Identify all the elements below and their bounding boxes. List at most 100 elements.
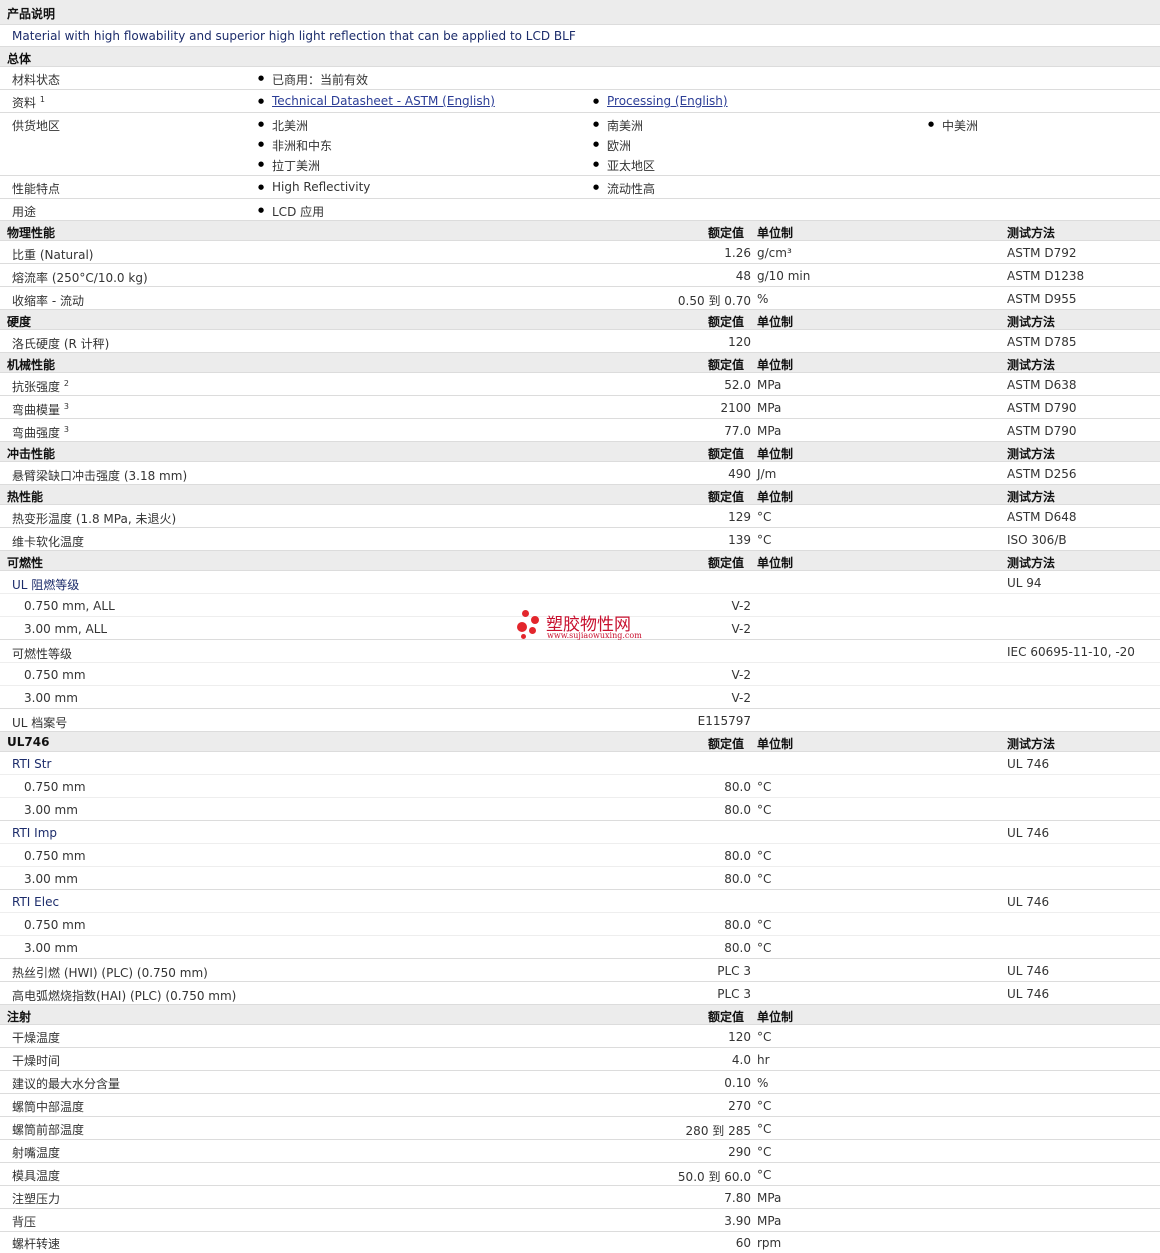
property-value: 280 到 285 xyxy=(685,1124,751,1138)
property-value: 0.10 xyxy=(724,1076,751,1090)
col-method: 测试方法 xyxy=(1007,490,1056,504)
property-unit: °C xyxy=(757,941,772,955)
property-unit: °C xyxy=(757,510,772,524)
region-item: 拉丁美洲 xyxy=(258,157,320,174)
property-value: V-2 xyxy=(731,691,751,705)
property-label: 建议的最大水分含量 xyxy=(12,1077,121,1091)
property-row: 螺杆转速 60 rpm xyxy=(0,1232,1160,1253)
col-method: 测试方法 xyxy=(1007,226,1056,240)
product-description-row: Material with high flowability and super… xyxy=(0,25,1160,47)
property-unit: °C xyxy=(757,533,772,547)
col-method: 测试方法 xyxy=(1007,556,1056,570)
col-method: 测试方法 xyxy=(1007,358,1056,372)
general-row-status: 材料状态 已商用：当前有效 xyxy=(0,67,1160,90)
property-label: 比重 xyxy=(12,248,37,262)
property-row: 注塑压力 7.80 MPa xyxy=(0,1186,1160,1209)
property-row: 抗张强度 2 52.0 MPa ASTM D638 xyxy=(0,373,1160,396)
property-name: 弯曲强度 3 xyxy=(12,424,69,441)
property-subrow: 3.00 mm 80.0 °C xyxy=(0,867,1160,890)
col-nominal: 额定值 xyxy=(708,358,745,372)
property-value: 60 xyxy=(735,1236,751,1250)
property-value: 2100 xyxy=(720,401,751,415)
status-value: 已商用：当前有效 xyxy=(258,71,368,88)
property-row: 洛氏硬度 (R 计秤) 120 ASTM D785 xyxy=(0,330,1160,353)
property-unit: °C xyxy=(757,803,772,817)
property-row: 热丝引燃 (HWI) (PLC) (0.750 mm) PLC 3 UL 746 xyxy=(0,959,1160,982)
property-row: 建议的最大水分含量 0.10 % xyxy=(0,1071,1160,1094)
property-unit: % xyxy=(757,292,769,306)
section-title: 物理性能 xyxy=(7,226,56,240)
col-nominal: 额定值 xyxy=(708,447,745,461)
footnote-marker: 2 xyxy=(63,379,69,388)
field-label: 材料状态 xyxy=(12,73,61,87)
property-name: 弯曲模量 3 xyxy=(12,401,69,418)
field-label: 用途 xyxy=(12,205,37,219)
doc-link-tds[interactable]: Technical Datasheet - ASTM (English) xyxy=(272,94,495,108)
property-label: 熔流率 xyxy=(12,271,49,285)
property-value: 129 xyxy=(728,510,751,524)
section-title: 产品说明 xyxy=(7,7,56,21)
section-header-product: 产品说明 xyxy=(0,0,1160,25)
property-row: 比重 (Natural) 1.26 g/cm³ ASTM D792 xyxy=(0,241,1160,264)
col-nominal: 额定值 xyxy=(708,490,745,504)
property-row: 高电弧燃烧指数(HAI) (PLC) (0.750 mm) PLC 3 UL 7… xyxy=(0,982,1160,1005)
property-value: 270 xyxy=(728,1099,751,1113)
property-row: 模具温度 50.0 到 60.0 °C xyxy=(0,1163,1160,1186)
property-unit: MPa xyxy=(757,1191,782,1205)
property-unit: °C xyxy=(757,1168,772,1182)
property-subrow: 3.00 mm 80.0 °C xyxy=(0,798,1160,821)
col-nominal: 额定值 xyxy=(708,556,745,570)
property-value: 0.50 到 0.70 xyxy=(677,294,751,308)
property-value: 77.0 xyxy=(724,424,751,438)
property-name: 比重 (Natural) xyxy=(12,246,93,263)
section-header-hardness: 硬度 额定值 单位制 测试方法 xyxy=(0,310,1160,330)
section-header-injection: 注射 额定值 单位制 xyxy=(0,1005,1160,1025)
property-value: 52.0 xyxy=(724,378,751,392)
feature-item: 流动性高 xyxy=(593,180,655,197)
use-item: LCD 应用 xyxy=(258,203,324,220)
property-label: 射嘴温度 xyxy=(12,1146,61,1160)
property-subrow: 0.750 mm 80.0 °C xyxy=(0,844,1160,867)
property-unit: °C xyxy=(757,1122,772,1136)
col-nominal: 额定值 xyxy=(708,315,745,329)
property-name: 熔流率 (250°C/10.0 kg) xyxy=(12,269,148,286)
property-name: 洛氏硬度 (R 计秤) xyxy=(12,335,109,352)
section-title: 总体 xyxy=(7,52,32,66)
property-label: 热变形温度 xyxy=(12,512,73,526)
doc-link-processing[interactable]: Processing (English) xyxy=(607,94,728,108)
property-method: UL 746 xyxy=(1007,964,1050,978)
property-unit: hr xyxy=(757,1053,770,1067)
logo-dot-icon xyxy=(522,610,529,617)
property-label: 维卡软化温度 xyxy=(12,535,85,549)
property-value: 80.0 xyxy=(724,872,751,886)
property-label: 背压 xyxy=(12,1215,37,1229)
sub-label: 3.00 mm xyxy=(24,803,78,817)
section-title: UL746 xyxy=(7,735,50,749)
property-unit: °C xyxy=(757,849,772,863)
property-method: ASTM D792 xyxy=(1007,246,1077,260)
property-label: 螺杆转速 xyxy=(12,1237,61,1251)
property-row: 弯曲模量 3 2100 MPa ASTM D790 xyxy=(0,396,1160,419)
property-method: UL 94 xyxy=(1007,576,1042,590)
watermark-logo: 塑胶物性网 www.sujiaowuxing.com xyxy=(516,610,656,644)
property-label: 悬臂梁缺口冲击强度 xyxy=(12,469,121,483)
property-row: 收缩率 - 流动 0.50 到 0.70 % ASTM D955 xyxy=(0,287,1160,310)
property-unit: °C xyxy=(757,1030,772,1044)
property-condition: (1.8 MPa, 未退火) xyxy=(75,512,177,526)
col-unit: 单位制 xyxy=(757,556,794,570)
col-method: 测试方法 xyxy=(1007,737,1056,751)
col-nominal: 额定值 xyxy=(708,226,745,240)
sub-label: 0.750 mm xyxy=(24,918,86,932)
property-unit: MPa xyxy=(757,378,782,392)
property-unit: J/m xyxy=(757,467,777,481)
logo-dot-icon xyxy=(517,622,527,632)
property-name: 热变形温度 (1.8 MPa, 未退火) xyxy=(12,510,176,527)
property-method: ASTM D1238 xyxy=(1007,269,1085,283)
property-row: 背压 3.90 MPa xyxy=(0,1209,1160,1232)
property-value: 4.0 xyxy=(731,1053,751,1067)
property-unit: % xyxy=(757,1076,769,1090)
property-value: E115797 xyxy=(697,714,751,728)
property-label: 抗张强度 xyxy=(12,380,61,394)
property-method: IEC 60695-11-10, -20 xyxy=(1007,645,1135,659)
property-value: 1.26 xyxy=(724,246,751,260)
